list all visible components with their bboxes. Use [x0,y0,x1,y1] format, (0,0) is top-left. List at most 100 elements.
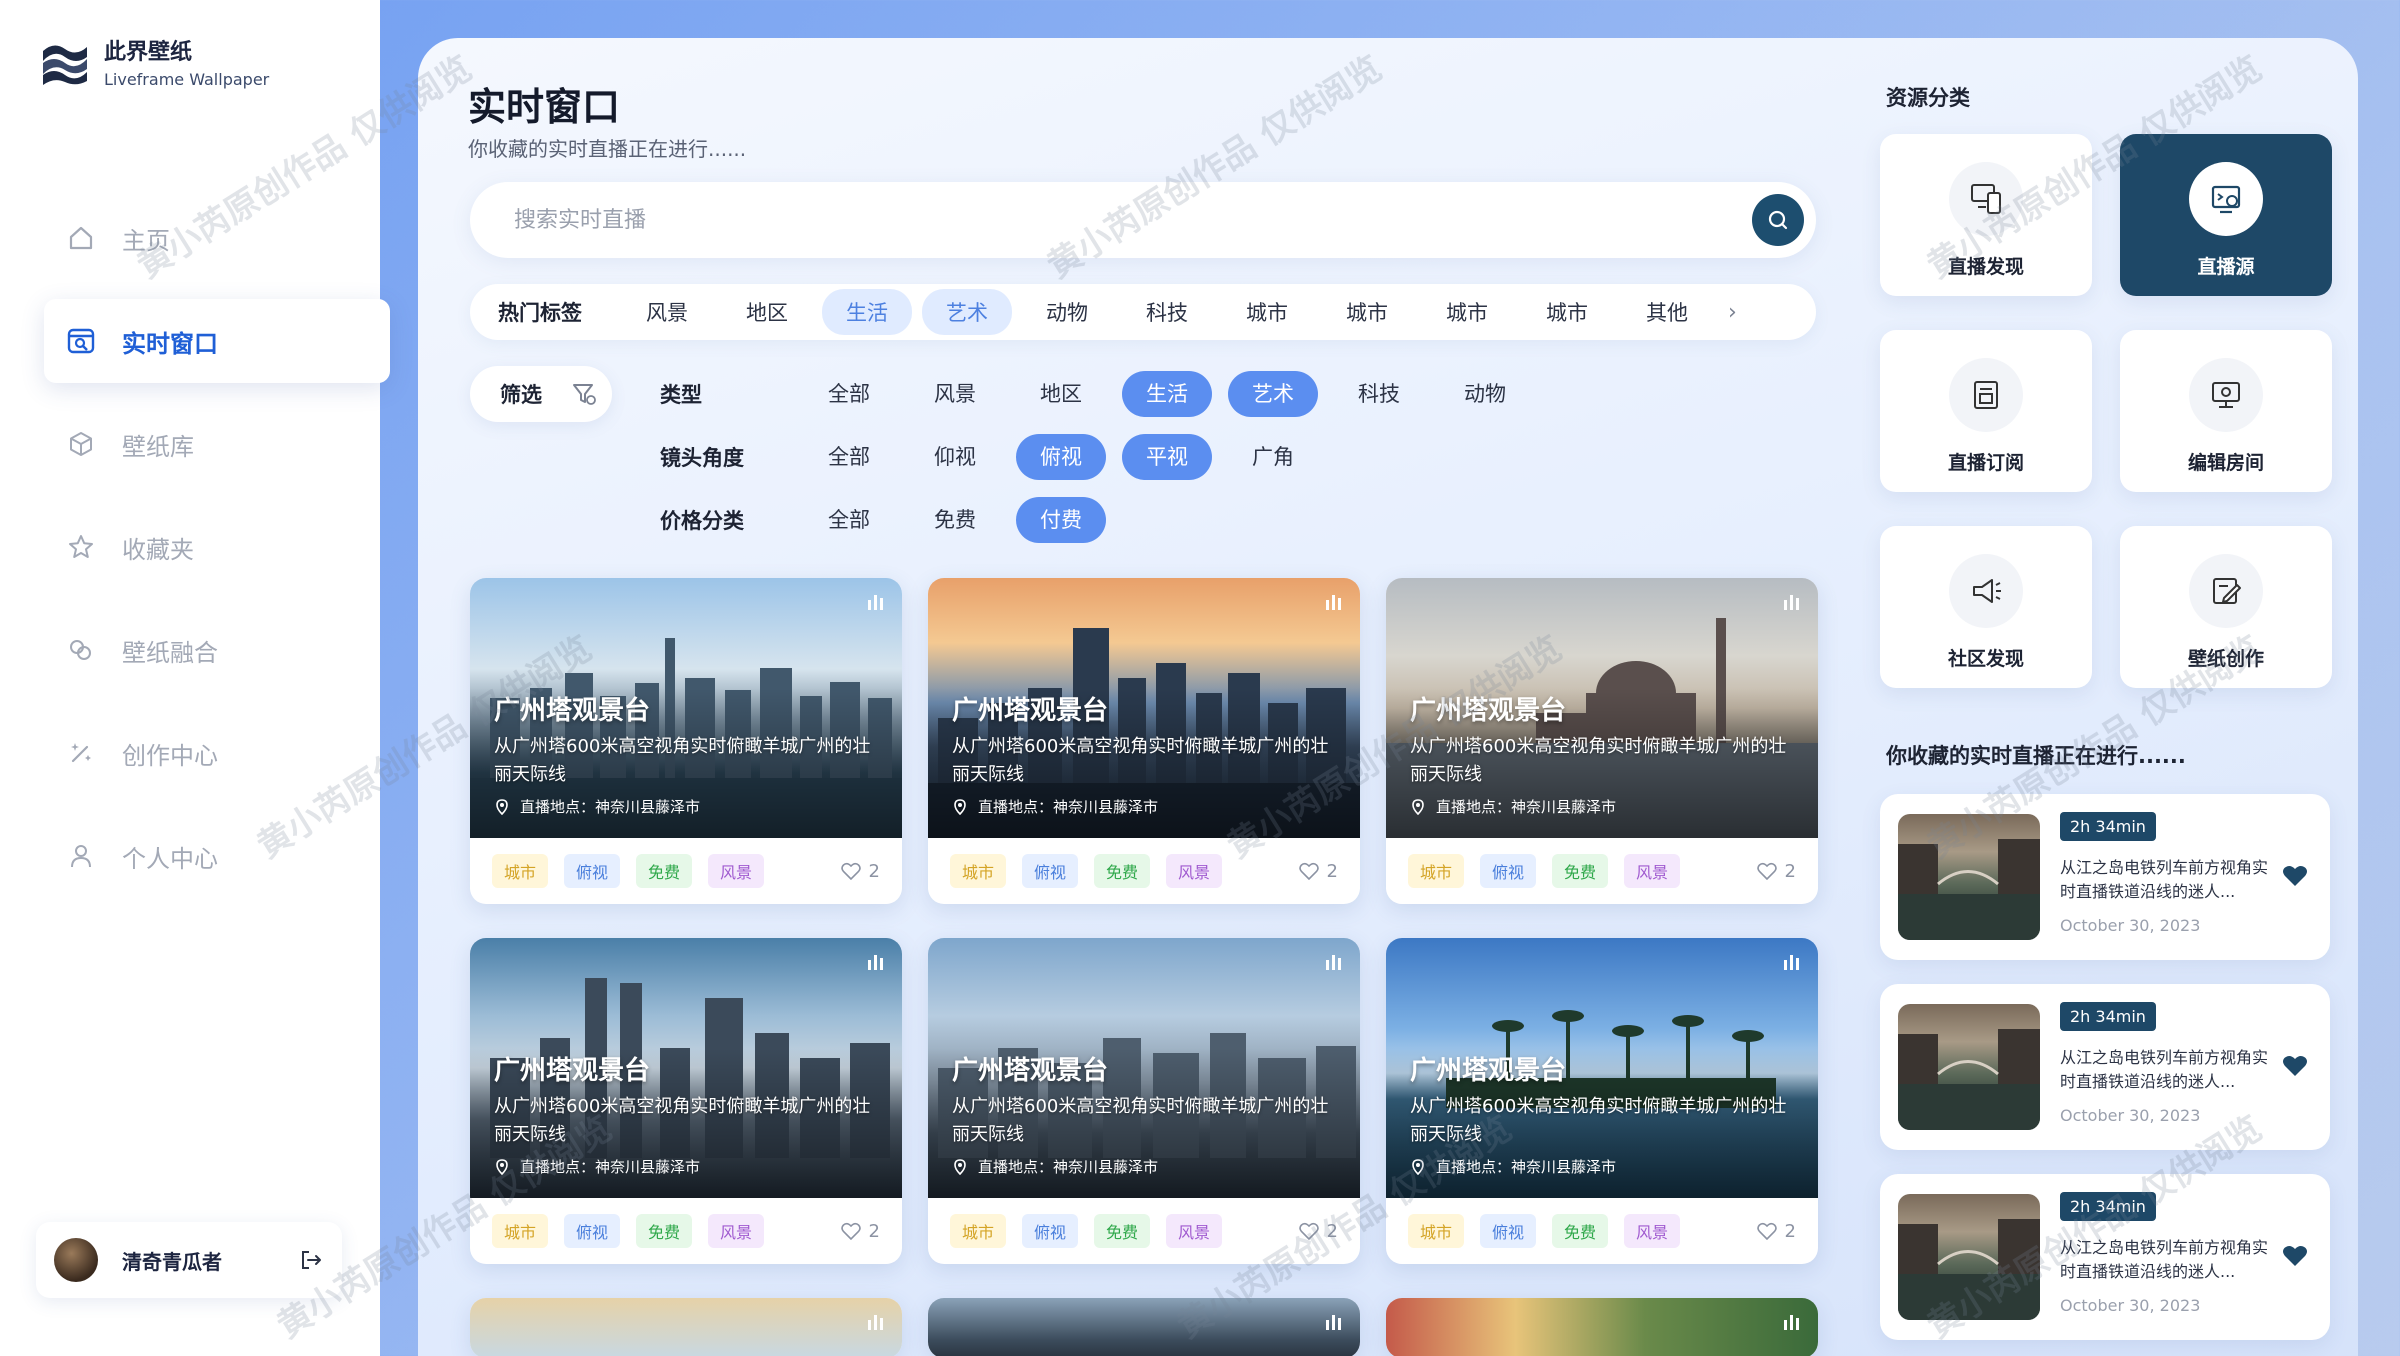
card-image: 广州塔观景台 从广州塔600米高空视角实时俯瞰羊城广州的壮丽天际线 直播地点：神… [1386,938,1818,1198]
card-tag[interactable]: 城市 [492,1214,549,1248]
filter-option[interactable]: 风景 [910,371,1000,417]
resource-live-subscription[interactable]: 直播订阅 [1880,330,2092,492]
nav-item-profile[interactable]: 个人中心 [44,814,390,898]
filter-option[interactable]: 全部 [804,497,894,543]
like-button[interactable]: 2 [840,861,880,882]
filter-option[interactable]: 动物 [1440,371,1530,417]
filter-button[interactable]: 筛选 [470,366,612,422]
favorite-live-item[interactable]: 2h 34min 从江之岛电铁列车前方视角实时直播铁道沿线的迷人... Octo… [1880,1174,2330,1340]
card-tag[interactable]: 俯视 [564,854,621,888]
resource-wallpaper-create[interactable]: 壁纸创作 [2120,526,2332,688]
like-button[interactable]: 2 [1756,1221,1796,1242]
card-tag[interactable]: 风景 [1166,1214,1223,1248]
card-tag[interactable]: 俯视 [1480,854,1537,888]
live-card[interactable]: 广州塔观景台 从广州塔600米高空视角实时俯瞰羊城广州的壮丽天际线 直播地点：神… [928,578,1360,904]
nav-item-live-window[interactable]: 实时窗口 [44,299,390,383]
card-tag[interactable]: 城市 [950,854,1007,888]
favorite-live-item[interactable]: 2h 34min 从江之岛电铁列车前方视角实时直播铁道沿线的迷人... Octo… [1880,984,2330,1150]
page-title: 实时窗口 [468,85,621,129]
filter-option[interactable]: 仰视 [910,434,1000,480]
tag-item[interactable]: 动物 [1022,289,1112,335]
filter-option[interactable]: 付费 [1016,497,1106,543]
tag-item[interactable]: 城市 [1522,289,1612,335]
card-tag[interactable]: 免费 [1094,1214,1151,1248]
megaphone-icon [1949,554,2023,628]
nav-item-wallpaper-library[interactable]: 壁纸库 [44,402,390,486]
favorite-live-item[interactable]: 2h 34min 从江之岛电铁列车前方视角实时直播铁道沿线的迷人... Octo… [1880,794,2330,960]
tag-item[interactable]: 风景 [622,289,712,335]
card-tag[interactable]: 免费 [1552,854,1609,888]
nav-item-favorites[interactable]: 收藏夹 [44,505,390,589]
card-tag[interactable]: 风景 [708,1214,765,1248]
tag-item[interactable]: 科技 [1122,289,1212,335]
live-card[interactable]: 广州塔观景台 从广州塔600米高空视角实时俯瞰羊城广州的壮丽天际线 直播地点：神… [1386,578,1818,904]
card-tag[interactable]: 城市 [950,1214,1007,1248]
like-button[interactable]: 2 [840,1221,880,1242]
heart-filled-icon[interactable] [2282,864,2308,888]
like-button[interactable]: 2 [1298,1221,1338,1242]
card-tag[interactable]: 风景 [1624,854,1681,888]
live-card[interactable] [928,1298,1360,1356]
nav-item-home[interactable]: 主页 [44,196,390,280]
filter-option[interactable]: 艺术 [1228,371,1318,417]
card-image [1386,1298,1818,1356]
card-tag[interactable]: 俯视 [1480,1214,1537,1248]
nav-item-wallpaper-merge[interactable]: 壁纸融合 [44,608,390,692]
logout-icon[interactable] [298,1247,324,1273]
filter-option[interactable]: 地区 [1016,371,1106,417]
card-tag[interactable]: 俯视 [1022,854,1079,888]
live-card[interactable]: 广州塔观景台 从广州塔600米高空视角实时俯瞰羊城广州的壮丽天际线 直播地点：神… [928,938,1360,1264]
filter-option[interactable]: 生活 [1122,371,1212,417]
live-card[interactable] [1386,1298,1818,1356]
tag-item[interactable]: 城市 [1322,289,1412,335]
avatar[interactable] [54,1238,98,1282]
tag-item[interactable]: 生活 [822,289,912,335]
live-card[interactable]: 广州塔观景台 从广州塔600米高空视角实时俯瞰羊城广州的壮丽天际线 直播地点：神… [470,578,902,904]
filter-option[interactable]: 全部 [804,371,894,417]
tag-item[interactable]: 城市 [1422,289,1512,335]
heart-filled-icon[interactable] [2282,1054,2308,1078]
card-tag[interactable]: 城市 [492,854,549,888]
card-tag[interactable]: 免费 [1552,1214,1609,1248]
card-location: 直播地点：神奈川县藤泽市 [952,1156,1158,1177]
filter-option[interactable]: 科技 [1334,371,1424,417]
card-tag[interactable]: 免费 [636,854,693,888]
resource-live-discover[interactable]: 直播发现 [1880,134,2092,296]
filter-option[interactable]: 全部 [804,434,894,480]
card-tag[interactable]: 风景 [1624,1214,1681,1248]
brand[interactable]: 此界壁纸 Liveframe Wallpaper [40,34,269,89]
card-tag[interactable]: 俯视 [1022,1214,1079,1248]
live-card[interactable] [470,1298,902,1356]
card-tag[interactable]: 风景 [1166,854,1223,888]
card-tag[interactable]: 风景 [708,854,765,888]
tag-item[interactable]: 城市 [1222,289,1312,335]
card-tag[interactable]: 免费 [1094,854,1151,888]
tag-item[interactable]: 地区 [722,289,812,335]
chevron-right-icon[interactable]: › [1728,300,1737,325]
card-tag[interactable]: 免费 [636,1214,693,1248]
resource-edit-room[interactable]: 编辑房间 [2120,330,2332,492]
tag-item[interactable]: 艺术 [922,289,1012,335]
search-button[interactable] [1752,194,1804,246]
card-tag[interactable]: 城市 [1408,1214,1465,1248]
nav-item-creation-center[interactable]: 创作中心 [44,711,390,795]
tag-item[interactable]: 其他 [1622,289,1712,335]
resource-live-source[interactable]: 直播源 [2120,134,2332,296]
card-tag[interactable]: 俯视 [564,1214,621,1248]
search-input[interactable] [514,207,1752,233]
filter-option[interactable]: 免费 [910,497,1000,543]
resource-community[interactable]: 社区发现 [1880,526,2092,688]
nav-label: 壁纸库 [122,432,194,461]
user-profile[interactable]: 清奇青瓜者 [36,1222,342,1298]
live-card[interactable]: 广州塔观景台 从广州塔600米高空视角实时俯瞰羊城广州的壮丽天际线 直播地点：神… [1386,938,1818,1264]
filter-option[interactable]: 俯视 [1016,434,1106,480]
live-card[interactable]: 广州塔观景台 从广州塔600米高空视角实时俯瞰羊城广州的壮丽天际线 直播地点：神… [470,938,902,1264]
card-tag[interactable]: 城市 [1408,854,1465,888]
like-button[interactable]: 2 [1298,861,1338,882]
filter-option[interactable]: 广角 [1228,434,1318,480]
favorite-description: 从江之岛电铁列车前方视角实时直播铁道沿线的迷人... [2060,1238,2269,1281]
like-button[interactable]: 2 [1756,861,1796,882]
card-location-text: 直播地点：神奈川县藤泽市 [1436,1158,1617,1176]
heart-filled-icon[interactable] [2282,1244,2308,1268]
filter-option[interactable]: 平视 [1122,434,1212,480]
